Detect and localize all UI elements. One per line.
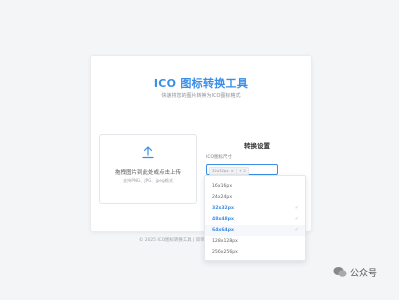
upload-dropzone[interactable]: 拖拽图片到此处或点击上传 支持PNG、JPG、jpeg格式 (99, 134, 197, 204)
size-option[interactable]: 256x256px (205, 247, 305, 258)
size-dropdown: 16x16px 24x24px 32x32px ✓ 48x48px ✓ 64x64p… (204, 175, 306, 261)
size-option[interactable]: 16x16px (205, 181, 305, 192)
collapsed-count-tag: + 2 (236, 166, 249, 175)
tag-close-icon[interactable]: × (231, 168, 234, 173)
wechat-icon (333, 267, 347, 277)
page-title: ICO 图标转换工具 (153, 77, 249, 90)
size-option[interactable]: 48x48px ✓ (205, 214, 305, 225)
size-field-label: ICO图标尺寸 (206, 155, 233, 160)
selected-tag: 32x32px × (209, 166, 237, 175)
upload-instruction: 拖拽图片到此处或点击上传 (114, 170, 181, 176)
size-option[interactable]: 24x24px (205, 192, 305, 203)
check-icon: ✓ (294, 216, 299, 222)
settings-title: 转换设置 (244, 142, 270, 150)
upload-icon (142, 146, 154, 159)
page-subtitle: 快速将您的图片转换为ICO图标格式 (161, 93, 241, 99)
size-option[interactable]: 32x32px ✓ (205, 203, 305, 214)
watermark: 公众号 (333, 265, 377, 279)
footer-text: © 2025 ICO图标转换工具 | 简单 (139, 238, 205, 243)
size-option[interactable]: 64x64px ✓ (205, 225, 305, 236)
check-icon: ✓ (294, 227, 299, 233)
watermark-text: 公众号 (350, 268, 378, 279)
size-multiselect[interactable]: 32x32px × + 2 (206, 164, 278, 175)
check-icon: ✓ (294, 205, 299, 211)
size-option[interactable]: 128x128px (205, 236, 305, 247)
upload-format-hint: 支持PNG、JPG、jpeg格式 (122, 178, 174, 183)
